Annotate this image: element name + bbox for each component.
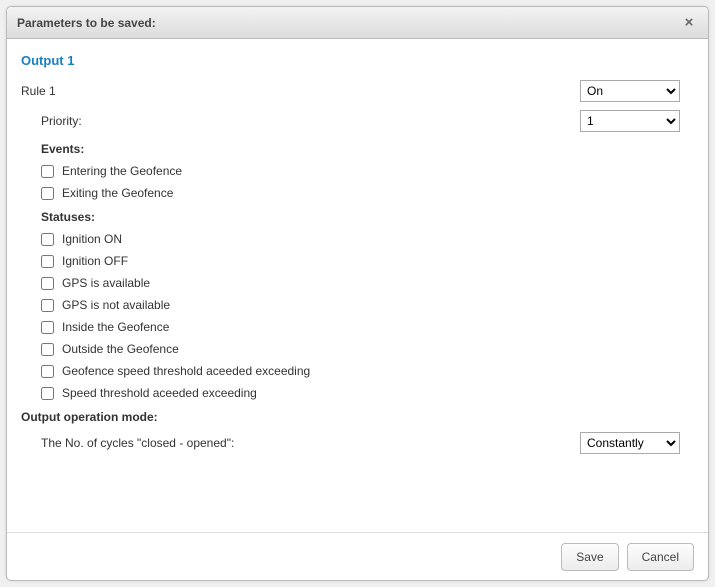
list-item: Speed threshold aceeded exceeding <box>41 386 680 400</box>
output-heading: Output 1 <box>21 53 680 68</box>
list-item: Ignition ON <box>41 232 680 246</box>
statuses-list: Ignition ON Ignition OFF GPS is available G… <box>21 232 680 400</box>
rule-row: Rule 1 OnOff <box>21 80 680 102</box>
cycles-row: The No. of cycles "closed - opened": Con… <box>21 432 680 454</box>
status-checkbox[interactable] <box>41 343 54 356</box>
list-item: Geofence speed threshold aceeded exceedi… <box>41 364 680 378</box>
checkbox-label: Entering the Geofence <box>62 164 182 178</box>
checkbox-label: Speed threshold aceeded exceeding <box>62 386 257 400</box>
priority-select[interactable]: 12345 <box>580 110 680 132</box>
event-checkbox[interactable] <box>41 187 54 200</box>
statuses-heading: Statuses: <box>41 210 680 224</box>
events-list: Entering the Geofence Exiting the Geofenc… <box>21 164 680 200</box>
dialog-footer: Save Cancel <box>7 532 708 580</box>
checkbox-label: Ignition ON <box>62 232 122 246</box>
checkbox-label: Exiting the Geofence <box>62 186 173 200</box>
checkbox-label: GPS is not available <box>62 298 170 312</box>
list-item: Ignition OFF <box>41 254 680 268</box>
list-item: Exiting the Geofence <box>41 186 680 200</box>
status-checkbox[interactable] <box>41 255 54 268</box>
list-item: Outside the Geofence <box>41 342 680 356</box>
status-checkbox[interactable] <box>41 277 54 290</box>
cycles-label: The No. of cycles "closed - opened": <box>21 436 580 450</box>
event-checkbox[interactable] <box>41 165 54 178</box>
status-checkbox[interactable] <box>41 365 54 378</box>
cycles-select[interactable]: Constantly <box>580 432 680 454</box>
status-checkbox[interactable] <box>41 233 54 246</box>
events-heading: Events: <box>41 142 680 156</box>
list-item: Entering the Geofence <box>41 164 680 178</box>
cancel-button[interactable]: Cancel <box>627 543 694 571</box>
dialog: Parameters to be saved: × Output 1 Rule … <box>6 6 709 581</box>
titlebar: Parameters to be saved: × <box>7 7 708 39</box>
scroll-area[interactable]: Output 1 Rule 1 OnOff Priority: 12345 Ev… <box>21 49 690 532</box>
checkbox-label: Ignition OFF <box>62 254 128 268</box>
save-button[interactable]: Save <box>561 543 618 571</box>
list-item: Inside the Geofence <box>41 320 680 334</box>
checkbox-label: GPS is available <box>62 276 150 290</box>
checkbox-label: Geofence speed threshold aceeded exceedi… <box>62 364 310 378</box>
rule-state-select[interactable]: OnOff <box>580 80 680 102</box>
operation-mode-heading: Output operation mode: <box>21 410 680 424</box>
checkbox-label: Inside the Geofence <box>62 320 169 334</box>
priority-row: Priority: 12345 <box>21 110 680 132</box>
checkbox-label: Outside the Geofence <box>62 342 179 356</box>
dialog-content: Output 1 Rule 1 OnOff Priority: 12345 Ev… <box>7 39 708 532</box>
priority-label: Priority: <box>21 114 580 128</box>
list-item: GPS is not available <box>41 298 680 312</box>
status-checkbox[interactable] <box>41 387 54 400</box>
status-checkbox[interactable] <box>41 321 54 334</box>
rule-label: Rule 1 <box>21 84 580 98</box>
dialog-title: Parameters to be saved: <box>17 16 680 30</box>
status-checkbox[interactable] <box>41 299 54 312</box>
list-item: GPS is available <box>41 276 680 290</box>
close-icon[interactable]: × <box>680 14 698 32</box>
